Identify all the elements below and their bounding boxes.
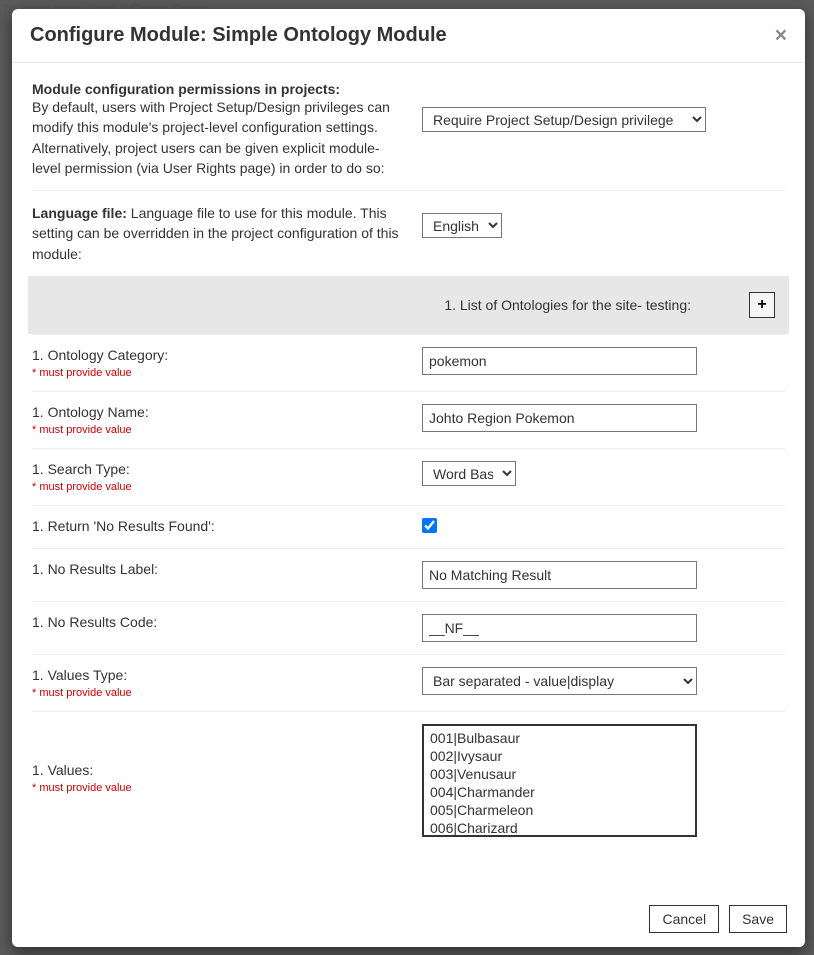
modal-body: Module configuration permissions in proj… bbox=[12, 63, 805, 893]
required-indicator: * must provide value bbox=[32, 367, 402, 379]
modal-header: Configure Module: Simple Ontology Module… bbox=[12, 9, 805, 63]
ontology-category-label: 1. Ontology Category: bbox=[32, 347, 402, 363]
no-results-label-label: 1. No Results Label: bbox=[32, 561, 402, 577]
search-type-select[interactable]: Word Based bbox=[422, 461, 516, 486]
ontology-category-input[interactable] bbox=[422, 347, 697, 375]
language-heading: Language file: bbox=[32, 205, 127, 221]
no-results-code-input[interactable] bbox=[422, 614, 697, 642]
ontology-name-input[interactable] bbox=[422, 404, 697, 432]
ontology-name-label: 1. Ontology Name: bbox=[32, 404, 402, 420]
modal-footer: Cancel Save bbox=[12, 893, 805, 947]
permissions-select[interactable]: Require Project Setup/Design privilege bbox=[422, 107, 706, 132]
search-type-label: 1. Search Type: bbox=[32, 461, 402, 477]
ontology-section-title: 1. List of Ontologies for the site- test… bbox=[444, 297, 691, 313]
configure-module-dialog: Configure Module: Simple Ontology Module… bbox=[12, 9, 805, 947]
modal-title: Configure Module: Simple Ontology Module bbox=[30, 24, 447, 47]
required-indicator: * must provide value bbox=[32, 424, 402, 436]
permissions-description: By default, users with Project Setup/Des… bbox=[32, 97, 402, 178]
close-icon[interactable]: × bbox=[775, 25, 787, 46]
language-select[interactable]: English bbox=[422, 213, 502, 238]
required-indicator: * must provide value bbox=[32, 782, 402, 794]
add-ontology-button[interactable]: + bbox=[749, 292, 775, 318]
return-no-results-checkbox[interactable] bbox=[422, 518, 437, 533]
ontology-section-header: 1. List of Ontologies for the site- test… bbox=[28, 276, 789, 334]
no-results-code-label: 1. No Results Code: bbox=[32, 614, 402, 630]
values-type-label: 1. Values Type: bbox=[32, 667, 402, 683]
values-textarea[interactable]: 001|Bulbasaur 002|Ivysaur 003|Venusaur 0… bbox=[422, 724, 697, 837]
cancel-button[interactable]: Cancel bbox=[649, 905, 719, 933]
values-type-select[interactable]: Bar separated - value|display bbox=[422, 667, 697, 695]
permissions-heading: Module configuration permissions in proj… bbox=[32, 81, 402, 97]
required-indicator: * must provide value bbox=[32, 481, 402, 493]
return-no-results-label: 1. Return 'No Results Found': bbox=[32, 518, 402, 534]
values-label: 1. Values: bbox=[32, 762, 402, 778]
save-button[interactable]: Save bbox=[729, 905, 787, 933]
no-results-label-input[interactable] bbox=[422, 561, 697, 589]
required-indicator: * must provide value bbox=[32, 687, 402, 699]
